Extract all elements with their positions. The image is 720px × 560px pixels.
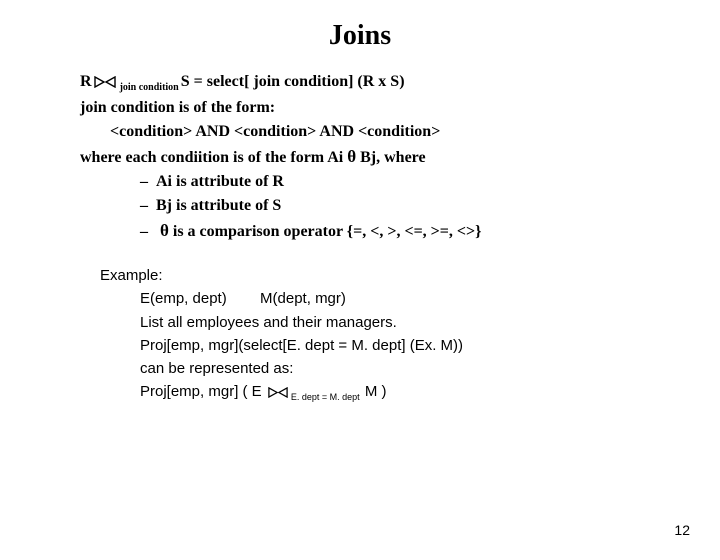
example-label: Example: <box>100 264 660 287</box>
where-text-a: where each condiition is of the form Ai <box>80 149 347 166</box>
where-line: where each condiition is of the form Ai … <box>80 144 660 170</box>
dash-icon: – <box>140 197 148 214</box>
bullet-c: – θ is a comparison operator {=, <, >, <… <box>80 218 660 244</box>
example-block: Example: E(emp, dept) M(dept, mgr) List … <box>100 264 660 406</box>
form-intro: join condition is of the form: <box>80 96 660 120</box>
theta-symbol: θ <box>347 147 356 166</box>
example-line-3: Proj[emp, mgr](select[E. dept = M. dept]… <box>100 334 660 357</box>
def-rest: S = select[ join condition] (R x S) <box>181 73 405 90</box>
example-line-5: Proj[emp, mgr] ( E E. dept = M. dept M ) <box>100 380 660 405</box>
bullet-a: – Ai is attribute of R <box>80 170 660 194</box>
dash-icon: – <box>140 223 148 240</box>
theta-symbol: θ <box>160 221 169 240</box>
where-text-b: Bj, where <box>356 149 425 166</box>
bullet-c-text: is a comparison operator {=, <, >, <=, >… <box>169 223 482 240</box>
slide-body: Rjoin conditionS = select[ join conditio… <box>80 70 660 244</box>
example-l5a: Proj[emp, mgr] ( E <box>140 383 266 400</box>
definition-line: Rjoin conditionS = select[ join conditio… <box>80 70 660 96</box>
slide: Joins Rjoin conditionS = select[ join co… <box>0 20 720 560</box>
bullet-b: – Bj is attribute of S <box>80 194 660 218</box>
slide-title: Joins <box>0 20 720 52</box>
bullet-b-text: Bj is attribute of S <box>156 197 281 214</box>
bullet-a-text: Ai is attribute of R <box>156 173 284 190</box>
example-line-4: can be represented as: <box>100 357 660 380</box>
example-line-1: E(emp, dept) M(dept, mgr) <box>100 287 660 310</box>
bowtie-icon <box>268 382 288 405</box>
example-l5-sub: E. dept = M. dept <box>290 392 361 402</box>
example-l5b: M ) <box>361 383 387 400</box>
def-prefix: R <box>80 73 92 90</box>
form-expression: <condition> AND <condition> AND <conditi… <box>80 120 660 144</box>
page-number: 12 <box>674 522 690 538</box>
bowtie-icon <box>94 72 116 96</box>
dash-icon: – <box>140 173 148 190</box>
def-subscript: join condition <box>118 82 181 93</box>
example-line-2: List all employees and their managers. <box>100 311 660 334</box>
